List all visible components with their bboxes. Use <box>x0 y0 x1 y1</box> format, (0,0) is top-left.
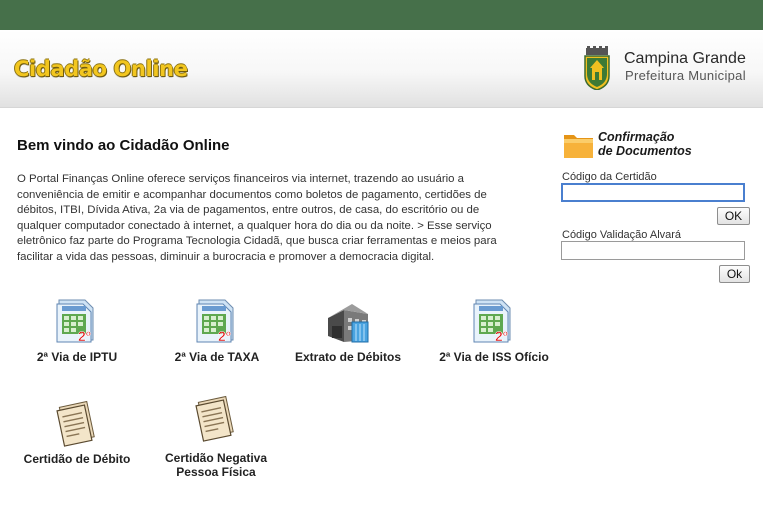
folder-icon <box>564 135 593 158</box>
service-label: Certidão de Débito <box>23 452 131 466</box>
sidebar-title-line1: Confirmação <box>598 130 675 144</box>
page-title: Bem vindo ao Cidadão Online <box>17 137 230 154</box>
sidebar-title-line2: de Documentos <box>598 144 692 158</box>
service-label-line1: Certidão Negativa <box>164 451 268 465</box>
certidao-code-input[interactable] <box>561 183 745 202</box>
service-extrato-debitos[interactable]: Extrato de Débitos <box>287 296 409 364</box>
iptu-doc-icon: 2º <box>56 299 94 344</box>
extrato-building-icon <box>328 304 369 343</box>
service-label: Extrato de Débitos <box>294 350 402 364</box>
service-iss-oficio[interactable]: 2º 2ª Via de ISS Ofício <box>434 296 554 364</box>
iss-doc-icon: 2º <box>473 299 511 344</box>
service-label: 2ª Via de IPTU <box>36 350 118 364</box>
city-coat-of-arms-icon <box>584 46 610 90</box>
certidao-code-label: Código da Certidão <box>562 171 657 183</box>
city-subtitle: Prefeitura Municipal <box>625 68 746 83</box>
sidebar-title: Confirmação de Documentos <box>598 130 692 158</box>
service-label: 2ª Via de TAXA <box>174 350 260 364</box>
certidao-paper-icon <box>56 400 95 447</box>
svg-text:2º: 2º <box>495 328 508 344</box>
site-header: Cidadão Online Campina Grande Prefeitura… <box>0 30 763 108</box>
alvara-code-input[interactable] <box>561 241 745 260</box>
taxa-doc-icon: 2º <box>196 299 234 344</box>
service-iptu[interactable]: 2º 2ª Via de IPTU <box>17 296 137 364</box>
service-label: 2ª Via de ISS Ofício <box>439 350 549 364</box>
service-label: Certidão Negativa Pessoa Física <box>156 451 276 479</box>
service-taxa[interactable]: 2º 2ª Via de TAXA <box>157 296 277 364</box>
brand-logo-text[interactable]: Cidadão Online <box>14 57 188 81</box>
certidao-negativa-paper-icon <box>195 395 234 442</box>
svg-text:2º: 2º <box>218 328 231 344</box>
certidao-ok-button[interactable]: OK <box>717 207 750 225</box>
service-label-line2: Pessoa Física <box>176 465 256 479</box>
svg-text:2º: 2º <box>78 328 91 344</box>
city-name: Campina Grande <box>624 50 746 67</box>
intro-paragraph: O Portal Finanças Online oferece serviço… <box>17 173 497 263</box>
top-green-bar <box>0 0 763 30</box>
alvara-ok-button[interactable]: Ok <box>719 265 750 283</box>
alvara-code-label: Código Validação Alvará <box>562 229 682 241</box>
service-certidao-debito[interactable]: Certidão de Débito <box>17 398 137 466</box>
service-certidao-negativa[interactable]: Certidão Negativa Pessoa Física <box>156 393 276 479</box>
